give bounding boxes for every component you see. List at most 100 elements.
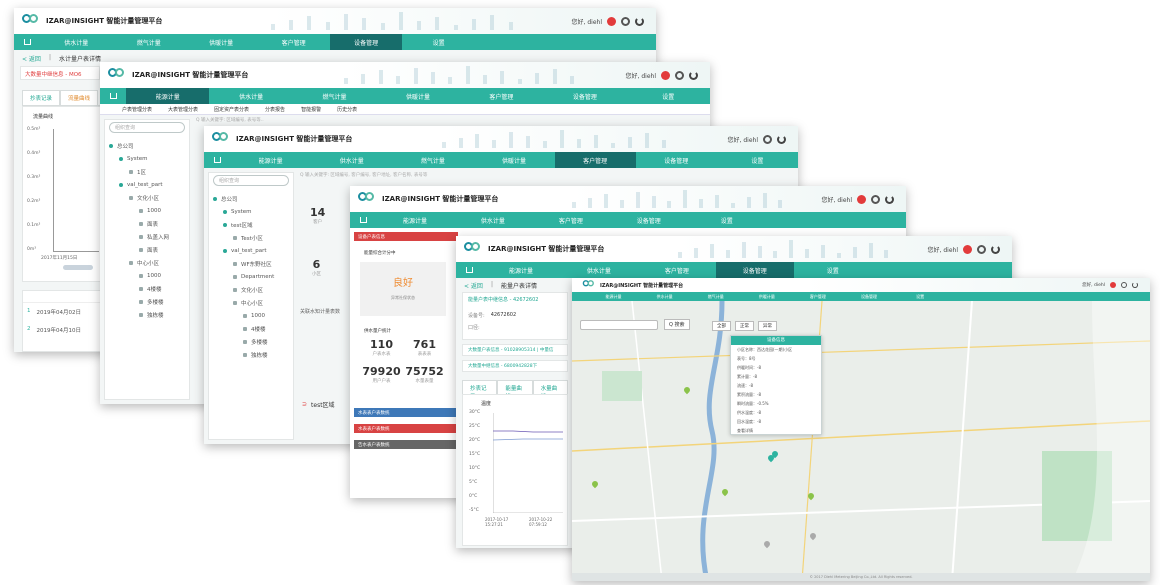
power-icon[interactable] [885,194,894,204]
meter-header[interactable]: 大数量中继信息 - MO6 [20,66,100,80]
tree-node[interactable]: 中心小区 [109,256,185,269]
nav-item-active[interactable]: 设备管理 [715,262,794,278]
settings-icon[interactable] [763,134,772,144]
power-icon[interactable] [635,16,644,26]
tree-node[interactable]: 文化小区 [109,191,185,204]
tree-node[interactable]: 面表 [109,217,185,230]
org-search-input[interactable]: 组织查询 [213,175,289,186]
settings-icon[interactable] [871,194,880,204]
tree-node[interactable]: val_test_part [109,178,185,191]
tree-node[interactable]: test区域 [213,218,289,231]
nav-item[interactable]: 供水计量 [454,212,532,228]
tree-node[interactable]: 1000 [213,309,289,322]
nav-item[interactable]: 客户管理 [638,262,716,278]
tree-node[interactable]: 1000 [109,269,185,282]
settings-icon[interactable] [675,70,684,80]
tree-node[interactable]: 独栋楼 [109,308,185,321]
tree-node[interactable]: 总公司 [213,192,289,205]
nav-item[interactable]: 能源计量 [482,262,560,278]
home-icon[interactable] [572,292,588,301]
power-icon[interactable] [689,70,698,80]
tree-node[interactable]: 1区 [109,165,185,178]
nav-item[interactable]: 燃气计量 [392,152,473,168]
nav-item[interactable]: 燃气计量 [112,34,184,50]
alert-icon[interactable] [607,16,616,26]
filter-all[interactable]: 全部 [712,321,731,331]
nav-item[interactable]: 燃气计量 [690,292,741,301]
alert-icon[interactable] [661,70,670,80]
home-icon[interactable] [204,152,230,168]
nav-item[interactable]: 客户管理 [257,34,329,50]
nav-item[interactable]: 供水计量 [311,152,392,168]
back-link[interactable]: < 返回 [464,281,483,290]
home-icon[interactable] [14,34,40,50]
nav-item[interactable]: 供暖计量 [376,88,459,104]
sub-tab[interactable]: 智能报警 [301,106,321,113]
home-icon[interactable] [456,262,482,278]
tree-node[interactable]: System [213,205,289,218]
nav-item[interactable]: 设备管理 [843,292,894,301]
chart-scrollbar[interactable] [63,265,93,270]
org-search-input[interactable]: 组织查询 [109,122,185,133]
tree-node[interactable]: Test小区 [213,231,289,244]
search-hint[interactable]: Q 输入关键字: 区域编号, 客户编号, 客户地址, 客户名称, 表号等 [300,172,427,178]
tree-node[interactable]: Department [213,270,289,283]
nav-item[interactable]: 供暖计量 [741,292,792,301]
summary-bar-blue[interactable]: 水表表户表数统 [354,408,458,417]
nav-item[interactable]: 设置 [688,212,766,228]
nav-item[interactable]: 设备管理 [636,152,717,168]
alert-icon[interactable] [857,194,866,204]
nav-item[interactable]: 燃气计量 [293,88,376,104]
meter-title[interactable]: 能量户表中继信息 - 42672602 [468,296,562,303]
summary-bar-gray[interactable]: 告水表户表数统 [354,440,458,449]
region-link[interactable]: ⊇ test区域 [302,400,335,409]
sub-tab[interactable]: 历史分表 [337,106,357,113]
search-hint[interactable]: Q 输入关键字: 区域编号, 表号等.. [196,117,264,123]
alert-icon[interactable] [1110,282,1116,288]
tree-node[interactable]: 面表 [109,243,185,256]
nav-item[interactable]: 供水计量 [639,292,690,301]
power-icon[interactable] [991,244,1000,254]
filter-abnormal[interactable]: 异常 [758,321,777,331]
nav-item[interactable]: 设置 [717,152,798,168]
tree-node[interactable]: 4楼楼 [109,282,185,295]
tree-node[interactable]: 多楼楼 [213,335,289,348]
summary-bar-red[interactable]: 水表表户表数统 [354,424,458,433]
nav-item[interactable]: 能源计量 [588,292,639,301]
nav-item[interactable]: 设备管理 [543,88,626,104]
sub-tab[interactable]: 分表报告 [265,106,285,113]
nav-item[interactable]: 设置 [627,88,710,104]
tree-node[interactable]: 文化小区 [213,283,289,296]
linked-meter-2[interactable]: 大数量中继信息 - 6800942828下 [462,360,568,372]
alert-icon[interactable] [963,244,972,254]
nav-item-active[interactable]: 客户管理 [554,152,636,168]
tree-node[interactable]: 中心小区 [213,296,289,309]
tree-node[interactable]: val_test_part [213,244,289,257]
nav-item[interactable]: 能源计量 [230,152,311,168]
tab-readings[interactable]: 抄表记录 [22,90,61,105]
filter-normal[interactable]: 正常 [735,321,754,331]
tree-node[interactable]: 1000 [109,204,185,217]
back-link[interactable]: < 返回 [22,54,41,63]
settings-icon[interactable] [621,16,630,26]
nav-item-active[interactable]: 设备管理 [329,34,403,50]
linked-meter-1[interactable]: 大数量户表信息 - 91028905314 | 中量信 [462,344,568,356]
tree-node[interactable]: WF东野社区 [213,257,289,270]
nav-item-active[interactable]: 能源计量 [126,88,210,104]
settings-icon[interactable] [977,244,986,254]
popup-link[interactable]: 查看详情 [731,426,821,435]
map-search-button[interactable]: Q 搜索 [664,319,690,330]
tree-node[interactable]: 总公司 [109,139,185,152]
nav-item[interactable]: 设置 [895,292,946,301]
nav-item[interactable]: 供水计量 [209,88,292,104]
sub-tab[interactable]: 户表管理分表 [122,106,152,113]
tree-node[interactable]: 独栋楼 [213,348,289,361]
power-icon[interactable] [777,134,786,144]
tree-node[interactable]: 私盖入网 [109,230,185,243]
nav-item[interactable]: 客户管理 [460,88,543,104]
nav-item[interactable]: 供水计量 [40,34,112,50]
nav-item[interactable]: 设备管理 [610,212,688,228]
map-search-input[interactable] [580,319,658,330]
home-icon[interactable] [100,88,126,104]
nav-item[interactable]: 设置 [402,34,474,50]
